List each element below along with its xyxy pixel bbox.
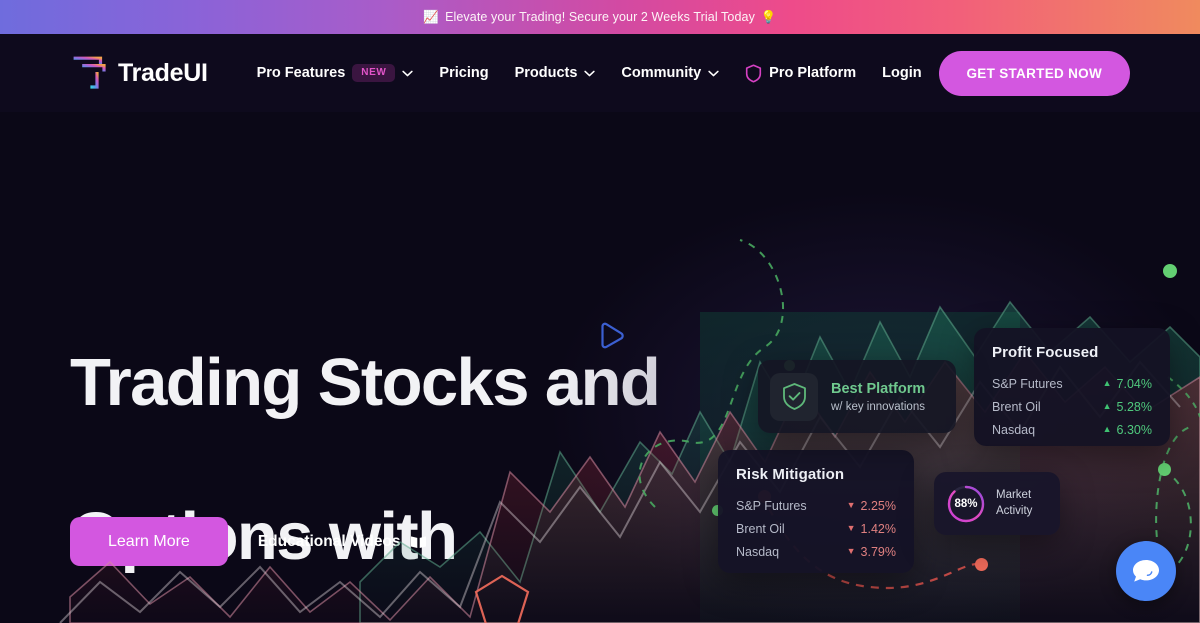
row-value: ▲ 5.28% (1103, 400, 1152, 414)
market-activity-label: Market Activity (996, 488, 1032, 519)
profit-focused-title: Profit Focused (992, 344, 1099, 361)
market-activity-value: 88% (954, 497, 978, 510)
nav-label: Products (514, 65, 578, 81)
row-label: Nasdaq (736, 544, 780, 559)
light-bulb-emoji-icon: 💡 (760, 9, 777, 24)
best-platform-subtitle: w/ key innovations (831, 400, 925, 413)
chevron-down-icon (708, 70, 719, 76)
row-label: S&P Futures (992, 376, 1063, 391)
shield-check-icon (782, 382, 806, 410)
best-platform-icon-box (770, 372, 818, 421)
nav-label: Pro Platform (769, 65, 857, 81)
nav-item-products[interactable]: Products (502, 53, 609, 93)
get-started-button[interactable]: GET STARTED NOW (938, 50, 1130, 96)
nav-item-pro-platform[interactable]: Pro Platform (732, 53, 869, 93)
best-platform-text: Best Platform w/ key innovations (831, 380, 925, 412)
table-row: Nasdaq ▼ 3.79% (718, 540, 914, 563)
nav-item-pricing[interactable]: Pricing (426, 53, 501, 93)
nav-links: Pro Features NEW Pricing Products Commun… (244, 53, 935, 93)
table-row: S&P Futures ▼ 2.25% (718, 494, 914, 517)
row-value: ▼ 2.25% (847, 499, 896, 513)
row-value: ▲ 6.30% (1103, 423, 1152, 437)
chart-increasing-emoji-icon: 📈 (423, 9, 440, 24)
market-activity-label-line1: Market (996, 488, 1032, 501)
row-label: Brent Oil (992, 399, 1041, 414)
brand-name: TradeUI (118, 58, 208, 87)
best-platform-card: Best Platform w/ key innovations (758, 360, 956, 433)
row-value: ▼ 1.42% (847, 522, 896, 536)
nav-label: Pricing (439, 65, 489, 81)
profit-focused-card: Profit Focused S&P Futures ▲ 7.04% Brent… (974, 328, 1170, 446)
main-navbar: TradeUI Pro Features NEW Pricing Product… (0, 34, 1200, 112)
promo-banner-text: 📈 Elevate your Trading! Secure your 2 We… (423, 10, 776, 24)
row-label: Nasdaq (992, 422, 1036, 437)
triangle-up-icon: ▲ (1102, 378, 1112, 388)
new-badge: NEW (352, 64, 396, 82)
page-root: 📈 Elevate your Trading! Secure your 2 We… (0, 0, 1200, 623)
shield-icon (746, 63, 762, 83)
tradeui-logo-icon (73, 56, 106, 90)
nav-label: Community (621, 65, 702, 81)
nav-item-pro-features[interactable]: Pro Features NEW (244, 53, 427, 93)
triangle-down-icon: ▼ (846, 523, 856, 533)
path-endpoint-dot-green (1163, 264, 1177, 278)
triangle-down-icon: ▼ (846, 546, 856, 556)
market-activity-label-line2: Activity (996, 504, 1033, 517)
promo-message: Elevate your Trading! Secure your 2 Week… (445, 10, 755, 24)
chat-widget-button[interactable] (1116, 541, 1176, 601)
risk-mitigation-title: Risk Mitigation (736, 466, 845, 483)
row-value: ▼ 3.79% (847, 545, 896, 559)
row-percent: 1.42% (860, 521, 896, 536)
triangle-up-icon: ▲ (1102, 424, 1112, 434)
market-activity-card: 88% Market Activity (934, 472, 1060, 535)
row-percent: 6.30% (1116, 422, 1152, 437)
nav-label: Pro Features (256, 65, 346, 81)
play-triangle-icon (601, 322, 624, 349)
row-percent: 7.04% (1116, 376, 1152, 391)
market-activity-gauge: 88% (946, 484, 986, 524)
table-row: Nasdaq ▲ 6.30% (974, 418, 1170, 441)
chevron-down-icon (402, 70, 414, 76)
row-percent: 5.28% (1116, 399, 1152, 414)
chevron-down-icon (584, 70, 596, 76)
nav-item-community[interactable]: Community (608, 53, 732, 93)
promo-banner[interactable]: 📈 Elevate your Trading! Secure your 2 We… (0, 0, 1200, 34)
path-endpoint-dot-red (975, 558, 988, 571)
table-row: Brent Oil ▲ 5.28% (974, 395, 1170, 418)
hero-section: Trading Stocks and Options with AI Patte… (0, 112, 1200, 623)
row-percent: 3.79% (860, 544, 896, 559)
row-label: Brent Oil (736, 521, 785, 536)
row-label: S&P Futures (736, 498, 807, 513)
table-row: S&P Futures ▲ 7.04% (974, 372, 1170, 395)
triangle-up-icon: ▲ (1102, 401, 1112, 411)
row-percent: 2.25% (860, 498, 896, 513)
path-endpoint-dot-green (1158, 463, 1171, 476)
risk-mitigation-card: Risk Mitigation S&P Futures ▼ 2.25% Bren… (718, 450, 914, 573)
nav-label: Login (882, 65, 922, 81)
chat-bubble-icon (1133, 560, 1159, 582)
row-value: ▲ 7.04% (1103, 377, 1152, 391)
best-platform-title: Best Platform (831, 381, 926, 398)
table-row: Brent Oil ▼ 1.42% (718, 517, 914, 540)
nav-item-login[interactable]: Login (869, 53, 934, 93)
triangle-down-icon: ▼ (846, 500, 856, 510)
brand-logo[interactable]: TradeUI (70, 53, 208, 93)
